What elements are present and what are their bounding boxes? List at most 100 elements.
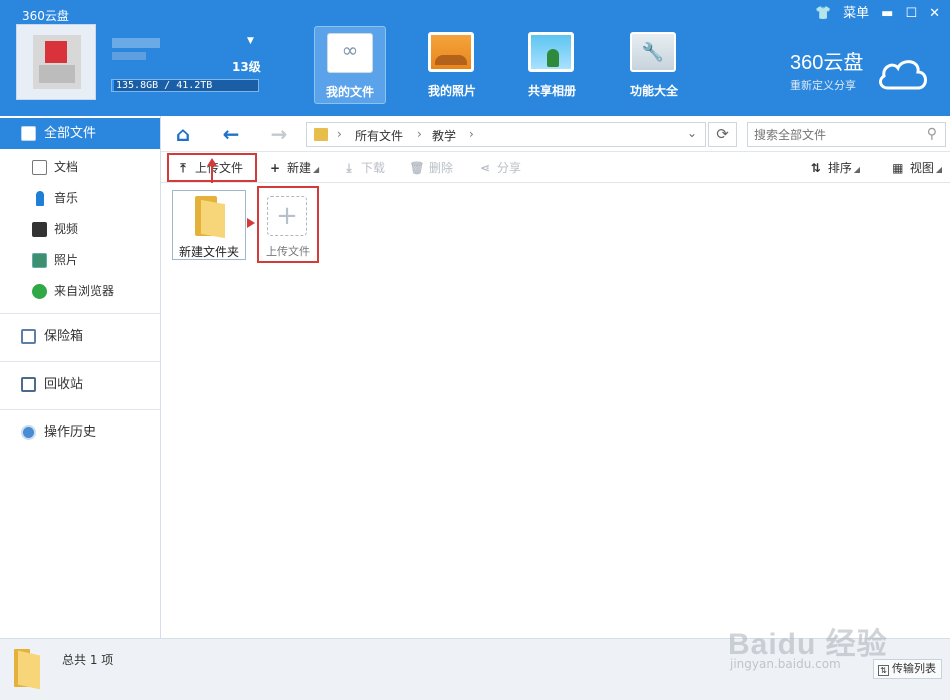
- grid-icon: ▦: [892, 161, 904, 175]
- sidebar: 全部文件 文档 音乐 视频 照片 来自浏览器 保险箱 回收站 操作历史: [0, 116, 161, 638]
- sidebar-item-label: 视频: [54, 222, 79, 236]
- delete-label: 删除: [429, 161, 454, 175]
- divider: [0, 313, 160, 314]
- upload-tile[interactable]: + 上传文件: [257, 186, 319, 263]
- sidebar-item-label: 文档: [54, 160, 79, 174]
- sidebar-item-vault[interactable]: 保险箱: [0, 321, 160, 352]
- divider: [0, 361, 160, 362]
- share-button[interactable]: ⋖ 分享: [477, 158, 521, 178]
- nav-label: 共享相册: [527, 84, 576, 98]
- my-files-icon: [327, 33, 373, 73]
- view-button[interactable]: ▦ 视图 ◢: [890, 158, 942, 178]
- download-button[interactable]: ⤓ 下载: [341, 158, 385, 178]
- sidebar-item-all-files[interactable]: 全部文件: [0, 118, 160, 149]
- avatar[interactable]: [16, 24, 96, 100]
- refresh-button[interactable]: ⟳: [708, 122, 737, 147]
- file-list-area: 新建文件夹 + 上传文件: [161, 183, 950, 638]
- sidebar-item-label: 来自浏览器: [54, 284, 115, 298]
- search-icon[interactable]: ⚲: [927, 126, 937, 142]
- search-input[interactable]: [754, 127, 914, 143]
- clapperboard-icon: [32, 222, 47, 237]
- upload-tile-label: 上传文件: [266, 245, 310, 258]
- menu-button[interactable]: 菜单: [843, 5, 869, 23]
- address-bar: ⌂ ← → › 所有文件 › 教学 › ⌄ ⟳ ⚲: [161, 116, 950, 152]
- document-icon: [32, 160, 47, 175]
- sidebar-item-music[interactable]: 音乐: [0, 183, 160, 214]
- forward-arrow-icon[interactable]: →: [267, 122, 291, 146]
- transfer-icon: ⇅: [878, 665, 889, 676]
- sort-icon: ⇅: [810, 161, 821, 175]
- delete-button[interactable]: 🗑 删除: [409, 158, 453, 178]
- browser-icon: [32, 284, 47, 299]
- status-bar: 总共 1 项 Baidu 经验 jingyan.baidu.com ⇅ 传输列表: [0, 628, 950, 700]
- sidebar-item-video[interactable]: 视频: [0, 214, 160, 245]
- recycle-bin-icon: [21, 377, 36, 392]
- folder-item[interactable]: 新建文件夹: [172, 190, 246, 260]
- storage-text: 135.8GB / 41.2TB: [116, 80, 213, 91]
- user-level: 13级: [232, 60, 261, 74]
- user-dropdown-icon[interactable]: ▼: [247, 36, 254, 46]
- folder-name: 新建文件夹: [178, 245, 239, 259]
- music-note-icon: [36, 191, 44, 206]
- close-icon[interactable]: ✕: [929, 5, 940, 23]
- back-arrow-icon[interactable]: ←: [219, 122, 243, 146]
- skin-icon[interactable]: 👕: [815, 5, 831, 23]
- nav-my-files[interactable]: 我的文件: [314, 26, 386, 104]
- item-count: 总共 1 项: [62, 653, 114, 667]
- upload-icon: ⤒: [180, 161, 186, 175]
- download-label: 下载: [361, 161, 386, 175]
- window-controls: 👕 菜单 ▬ ☐ ✕: [815, 5, 940, 23]
- download-icon: ⤓: [346, 161, 352, 175]
- sidebar-item-label: 回收站: [44, 377, 84, 392]
- sidebar-item-photos[interactable]: 照片: [0, 245, 160, 276]
- sort-button[interactable]: ⇅ 排序 ◢: [808, 158, 860, 178]
- annotation-arrow-up: [207, 158, 217, 166]
- sidebar-item-label: 音乐: [54, 191, 79, 205]
- nav-label: 我的照片: [427, 84, 476, 98]
- command-bar: ⤒ 上传文件 + 新建 ◢ ⤓ 下载 🗑 删除 ⋖ 分享 ⇅ 排序 ◢ ▦ 视图 ◢: [161, 152, 950, 183]
- chevron-down-icon[interactable]: ⌄: [687, 126, 697, 140]
- folder-icon: [187, 196, 233, 239]
- storage-fill: [112, 80, 115, 91]
- upload-label: 上传文件: [195, 161, 244, 175]
- sidebar-item-label: 保险箱: [44, 329, 84, 344]
- nav-my-photos[interactable]: 我的照片: [416, 26, 488, 104]
- new-button[interactable]: + 新建 ◢: [267, 158, 319, 178]
- sidebar-item-label: 全部文件: [44, 126, 97, 141]
- caret-icon: ◢: [935, 165, 942, 174]
- sidebar-item-docs[interactable]: 文档: [0, 152, 160, 183]
- breadcrumb-item[interactable]: 所有文件: [355, 127, 403, 144]
- breadcrumb-item[interactable]: 教学: [432, 127, 456, 144]
- sidebar-item-label: 照片: [54, 253, 79, 267]
- sidebar-item-browser[interactable]: 来自浏览器: [0, 276, 160, 307]
- share-icon: ⋖: [479, 161, 491, 175]
- folder-icon: [314, 128, 328, 141]
- caret-icon: ◢: [313, 165, 320, 174]
- home-icon[interactable]: ⌂: [171, 122, 195, 146]
- caret-icon: ◢: [853, 165, 860, 174]
- minimize-icon[interactable]: ▬: [881, 5, 893, 23]
- sidebar-item-history[interactable]: 操作历史: [0, 417, 160, 448]
- sidebar-item-label: 操作历史: [44, 425, 97, 440]
- plus-icon: +: [269, 161, 281, 175]
- path-breadcrumb[interactable]: › 所有文件 › 教学 › ⌄: [306, 122, 706, 147]
- picture-icon: [32, 253, 47, 268]
- nav-tools[interactable]: 功能大全: [618, 26, 690, 104]
- annotation-arrow-right: [247, 218, 255, 228]
- view-label: 视图: [909, 161, 934, 175]
- transfer-list-button[interactable]: ⇅ 传输列表: [873, 659, 942, 679]
- new-label: 新建: [287, 161, 312, 175]
- all-files-icon: [21, 126, 36, 141]
- brand-slogan: 重新定义分享: [790, 79, 856, 92]
- chevron-right-icon: ›: [469, 127, 474, 141]
- nav-shared-albums[interactable]: 共享相册: [516, 26, 588, 104]
- header-bar: 360云盘 👕 菜单 ▬ ☐ ✕ ▼ 13级 135.8GB / 41.2TB …: [0, 0, 950, 116]
- safe-icon: [21, 329, 36, 344]
- toolbox-icon: [630, 32, 676, 72]
- transfer-list-label: 传输列表: [892, 662, 936, 675]
- trash-icon: 🗑: [409, 161, 425, 175]
- sidebar-item-recycle-bin[interactable]: 回收站: [0, 369, 160, 400]
- app-title: 360云盘: [22, 9, 69, 23]
- folder-icon: [14, 649, 42, 690]
- maximize-icon[interactable]: ☐: [905, 5, 917, 23]
